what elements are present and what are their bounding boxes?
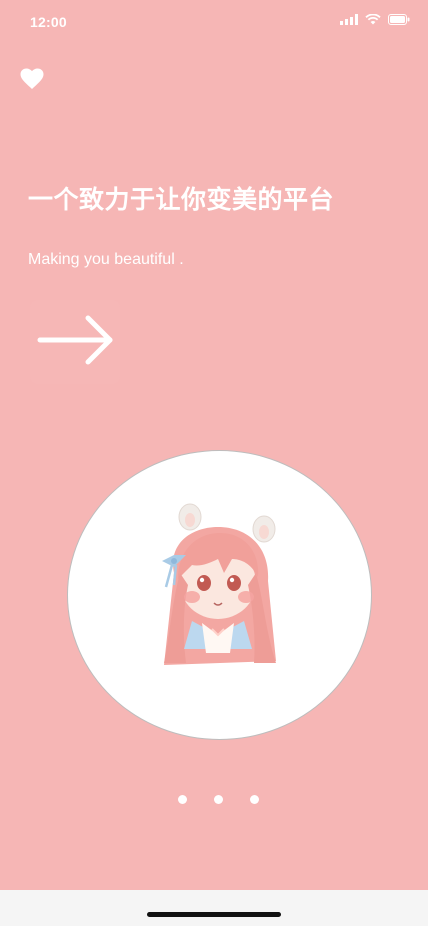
heart-icon[interactable] [20, 68, 44, 90]
battery-icon [388, 14, 410, 25]
pagination-dots [178, 795, 259, 804]
status-icons [340, 14, 410, 25]
girl-avatar-illustration [162, 503, 276, 665]
home-indicator[interactable] [147, 912, 281, 917]
next-button[interactable] [30, 300, 120, 384]
wifi-icon [365, 14, 381, 25]
page-dot-2[interactable] [214, 795, 223, 804]
status-time: 12:00 [30, 14, 67, 30]
page-dot-3[interactable] [250, 795, 259, 804]
arrow-right-icon [37, 315, 113, 365]
page-subtitle: Making you beautiful . [28, 251, 184, 268]
status-bar: 12:00 [0, 0, 428, 44]
home-indicator-area [0, 890, 428, 926]
cellular-signal-icon [340, 14, 358, 25]
page-title: 一个致力于让你变美的平台 [28, 185, 335, 214]
illustration-circle [67, 450, 372, 740]
page-dot-1[interactable] [178, 795, 187, 804]
